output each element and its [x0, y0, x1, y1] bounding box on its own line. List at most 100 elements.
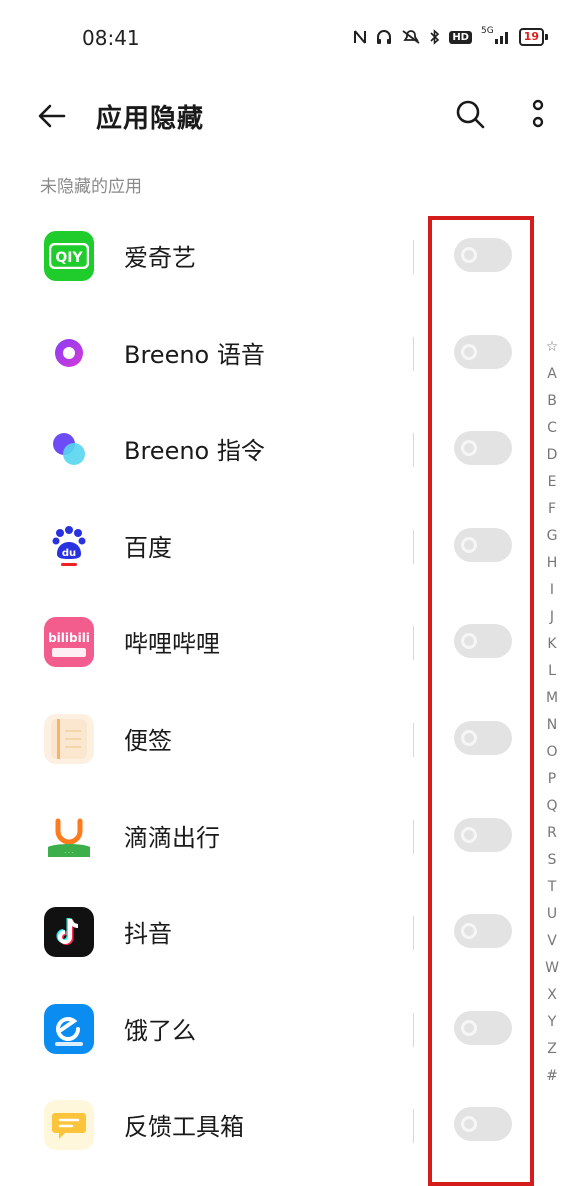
app-name: 爱奇艺: [124, 244, 196, 272]
app-name: 便签: [124, 726, 172, 755]
battery-tip: [545, 34, 548, 40]
index-letter[interactable]: X: [540, 982, 564, 1009]
row-divider: [413, 336, 414, 371]
row-divider: [413, 916, 414, 951]
page-title: 应用隐藏: [96, 104, 205, 134]
row-divider: [413, 626, 414, 661]
svg-text:QIY: QIY: [55, 250, 83, 266]
index-letter[interactable]: B: [540, 388, 564, 415]
baidu-icon: du: [44, 520, 94, 571]
index-letter[interactable]: R: [540, 820, 564, 847]
breeno-voice-icon: [44, 327, 94, 378]
index-letter[interactable]: #: [540, 1063, 564, 1090]
index-letter[interactable]: U: [540, 901, 564, 928]
toggle-knob: [461, 1019, 477, 1036]
search-icon: [456, 100, 485, 129]
index-letter[interactable]: D: [540, 442, 564, 469]
more-vertical-icon: [532, 99, 544, 128]
arrow-left-icon: [38, 104, 66, 128]
index-letter[interactable]: J: [540, 604, 564, 631]
list-item: QIY 爱奇艺: [0, 208, 540, 305]
svg-text:bilibili: bilibili: [48, 631, 90, 645]
search-button[interactable]: [454, 98, 486, 130]
toggle-knob: [461, 440, 477, 457]
svg-text:du: du: [62, 548, 76, 559]
hide-toggle[interactable]: [454, 1107, 512, 1142]
toggle-knob: [461, 536, 477, 553]
list-item: 抖音: [0, 884, 540, 981]
status-bar: 08:41 HD 5G 19: [0, 0, 580, 76]
index-letter[interactable]: Z: [540, 1036, 564, 1063]
toggle-knob: [461, 343, 477, 360]
list-item: bilibili 哔哩哔哩: [0, 594, 540, 691]
index-letter[interactable]: W: [540, 955, 564, 982]
app-name: 饿了么: [124, 1016, 196, 1045]
index-letter[interactable]: Y: [540, 1009, 564, 1036]
signal-icon: 5G: [480, 26, 510, 45]
index-letter[interactable]: M: [540, 685, 564, 712]
hide-toggle[interactable]: [454, 817, 512, 852]
headphones-icon: [376, 29, 392, 45]
index-letter[interactable]: ☆: [540, 334, 564, 361]
index-letter[interactable]: T: [540, 874, 564, 901]
index-letter[interactable]: K: [540, 631, 564, 658]
eleme-icon: [44, 1003, 94, 1054]
app-name: Breeno 指令: [124, 437, 265, 466]
hd-icon: HD: [449, 30, 472, 44]
toggle-knob: [461, 923, 477, 940]
index-letter[interactable]: E: [540, 469, 564, 496]
hide-toggle[interactable]: [454, 914, 512, 949]
svg-text:· · ·: · · ·: [64, 850, 74, 857]
toggle-knob: [461, 729, 477, 746]
bluetooth-icon: [430, 29, 440, 45]
toggle-knob: [461, 247, 477, 263]
status-time: 08:41: [82, 26, 140, 50]
hide-toggle[interactable]: [454, 720, 512, 755]
list-item: 便签: [0, 691, 540, 788]
index-letter[interactable]: L: [540, 658, 564, 685]
hide-toggle[interactable]: [454, 527, 512, 562]
back-button[interactable]: [36, 100, 68, 132]
row-divider: [413, 240, 414, 274]
index-letter[interactable]: P: [540, 766, 564, 793]
status-icons: HD 5G 19: [353, 26, 548, 46]
index-letter[interactable]: Q: [540, 793, 564, 820]
battery-icon: 19: [518, 28, 544, 46]
list-item: 反馈工具箱: [0, 1077, 540, 1174]
app-name: 抖音: [124, 920, 172, 949]
row-divider: [413, 1109, 414, 1144]
row-divider: [413, 722, 414, 757]
hide-toggle[interactable]: [454, 431, 512, 466]
index-letter[interactable]: O: [540, 739, 564, 766]
bilibili-icon: bilibili: [44, 617, 94, 668]
hide-toggle[interactable]: [454, 238, 512, 272]
app-name: 百度: [124, 533, 172, 562]
network-label: 5G: [480, 26, 494, 36]
list-item: · · · 滴滴出行: [0, 788, 540, 885]
toggle-knob: [461, 633, 477, 650]
more-options-button[interactable]: [526, 98, 550, 132]
hide-toggle[interactable]: [454, 334, 512, 369]
app-name: Breeno 语音: [124, 340, 265, 369]
alphabet-index[interactable]: ☆ A B C D E F G H I J K L M N O P Q R S …: [540, 334, 564, 1090]
hide-toggle[interactable]: [454, 624, 512, 659]
index-letter[interactable]: H: [540, 550, 564, 577]
index-letter[interactable]: F: [540, 496, 564, 523]
list-item: Breeno 语音: [0, 305, 540, 402]
list-item: 饿了么: [0, 981, 540, 1078]
index-letter[interactable]: A: [540, 361, 564, 388]
app-name: 哔哩哔哩: [124, 630, 220, 659]
row-divider: [413, 433, 414, 468]
top-app-bar: 应用隐藏: [0, 88, 580, 148]
list-item: Breeno 指令: [0, 401, 540, 498]
app-name: 滴滴出行: [124, 823, 220, 852]
index-letter[interactable]: S: [540, 847, 564, 874]
index-letter[interactable]: N: [540, 712, 564, 739]
index-letter[interactable]: V: [540, 928, 564, 955]
index-letter[interactable]: I: [540, 577, 564, 604]
section-header: 未隐藏的应用: [40, 177, 142, 197]
iqiyi-icon: QIY: [44, 231, 94, 281]
index-letter[interactable]: G: [540, 523, 564, 550]
hide-toggle[interactable]: [454, 1010, 512, 1045]
index-letter[interactable]: C: [540, 415, 564, 442]
